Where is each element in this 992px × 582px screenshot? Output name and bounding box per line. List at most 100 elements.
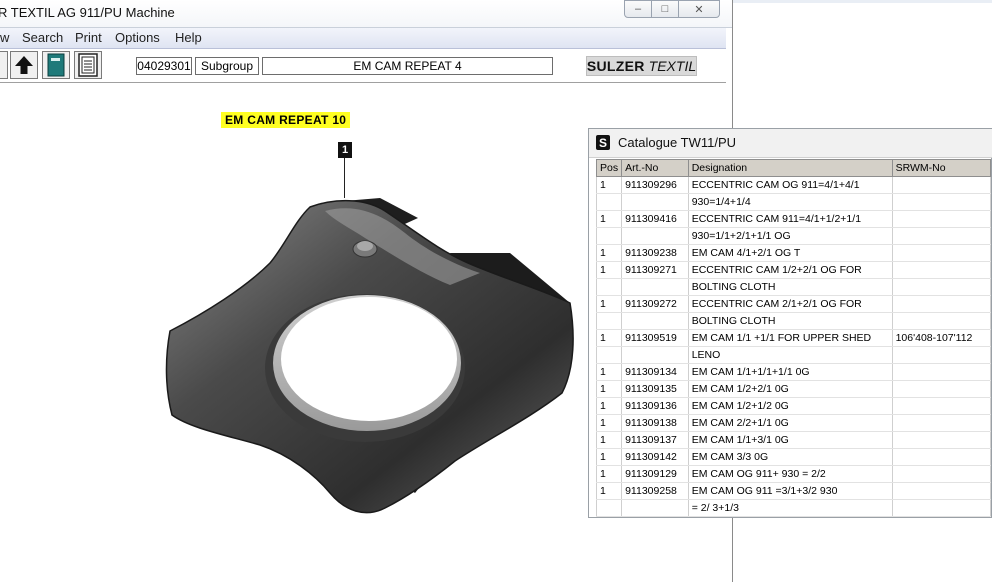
table-row[interactable]: BOLTING CLOTH bbox=[595, 312, 992, 330]
cell-designation: EM CAM 2/2+1/1 0G bbox=[687, 414, 893, 432]
table-row[interactable]: 1 911309138 EM CAM 2/2+1/1 0G bbox=[595, 414, 992, 432]
cell-srwm-no bbox=[891, 414, 992, 432]
cell-designation: ECCENTRIC CAM 2/1+2/1 OG FOR bbox=[687, 295, 893, 313]
table-row[interactable]: 1 911309271 ECCENTRIC CAM 1/2+2/1 OG FOR bbox=[595, 261, 992, 279]
cell-pos: 1 bbox=[595, 414, 623, 432]
table-row[interactable]: 1 911309135 EM CAM 1/2+2/1 0G bbox=[595, 380, 992, 398]
table-row[interactable]: 1 911309416 ECCENTRIC CAM 911=4/1+1/2+1/1 bbox=[595, 210, 992, 228]
catalogue-table-body: 1 911309296 ECCENTRIC CAM OG 911=4/1+4/1 93… bbox=[595, 176, 992, 517]
cell-art-no bbox=[621, 193, 689, 211]
table-row[interactable]: 1 911309296 ECCENTRIC CAM OG 911=4/1+4/1 bbox=[595, 176, 992, 194]
cell-art-no bbox=[621, 278, 689, 296]
cell-designation: EM CAM 1/1+1/1+1/1 0G bbox=[687, 363, 893, 381]
group-field[interactable]: Subgroup bbox=[195, 57, 259, 75]
maximize-button[interactable]: □ bbox=[651, 0, 679, 18]
desktop-strip bbox=[733, 0, 992, 3]
cell-srwm-no: 106'408-107'112 bbox=[891, 329, 992, 347]
catalogue-table: Pos Art.-No Designation SRWM-No 1 9113092… bbox=[595, 159, 992, 517]
list-icon bbox=[78, 53, 98, 77]
cell-pos bbox=[595, 278, 623, 296]
cell-srwm-no bbox=[891, 397, 992, 415]
cell-designation: EM CAM 3/3 0G bbox=[687, 448, 893, 466]
close-button[interactable]: ✕ bbox=[678, 0, 720, 18]
menu-help[interactable]: Help bbox=[175, 30, 202, 45]
cell-designation: EM CAM 1/2+2/1 0G bbox=[687, 380, 893, 398]
toolbar-button-partial[interactable] bbox=[0, 51, 8, 79]
cell-pos bbox=[595, 312, 623, 330]
table-row[interactable]: 1 911309272 ECCENTRIC CAM 2/1+2/1 OG FOR bbox=[595, 295, 992, 313]
cell-pos bbox=[595, 346, 623, 364]
table-row[interactable]: 1 911309519 EM CAM 1/1 +1/1 FOR UPPER SHED… bbox=[595, 329, 992, 347]
menu-search[interactable]: Search bbox=[22, 30, 63, 45]
cell-art-no: 911309272 bbox=[621, 295, 689, 313]
cam-part-image[interactable] bbox=[150, 193, 580, 523]
list-button[interactable] bbox=[74, 51, 102, 79]
menu-view[interactable]: w bbox=[0, 30, 9, 45]
article-number-field[interactable]: 04029301 bbox=[136, 57, 192, 75]
cell-designation: EM CAM 1/1+3/1 0G bbox=[687, 431, 893, 449]
cell-pos bbox=[595, 227, 623, 245]
cell-pos: 1 bbox=[595, 448, 623, 466]
table-row[interactable]: BOLTING CLOTH bbox=[595, 278, 992, 296]
table-row[interactable]: 1 911309137 EM CAM 1/1+3/1 0G bbox=[595, 431, 992, 449]
table-row[interactable]: 1 911309142 EM CAM 3/3 0G bbox=[595, 448, 992, 466]
cell-pos: 1 bbox=[595, 261, 623, 279]
cell-art-no: 911309136 bbox=[621, 397, 689, 415]
cell-designation: BOLTING CLOTH bbox=[687, 312, 893, 330]
column-header-pos[interactable]: Pos bbox=[595, 159, 623, 177]
part-label: EM CAM REPEAT 10 bbox=[221, 112, 351, 128]
window-title: R TEXTIL AG 911/PU Machine bbox=[0, 5, 175, 20]
title-bar[interactable]: R TEXTIL AG 911/PU Machine ‒ □ ✕ bbox=[0, 0, 732, 28]
minimize-button[interactable]: ‒ bbox=[624, 0, 652, 18]
cell-pos: 1 bbox=[595, 363, 623, 381]
column-header-art-no[interactable]: Art.-No bbox=[621, 159, 689, 177]
cell-pos: 1 bbox=[595, 397, 623, 415]
cell-srwm-no bbox=[891, 227, 992, 245]
cell-pos bbox=[595, 193, 623, 211]
cell-srwm-no bbox=[891, 210, 992, 228]
callout-number[interactable]: 1 bbox=[338, 142, 352, 158]
cell-pos: 1 bbox=[595, 431, 623, 449]
column-header-designation[interactable]: Designation bbox=[687, 159, 893, 177]
table-row[interactable]: 930=1/1+2/1+1/1 OG bbox=[595, 227, 992, 245]
cell-pos: 1 bbox=[595, 482, 623, 500]
maximize-icon: □ bbox=[661, 3, 669, 15]
cell-designation: ECCENTRIC CAM OG 911=4/1+4/1 bbox=[687, 176, 893, 194]
cell-srwm-no bbox=[891, 312, 992, 330]
description-field[interactable]: EM CAM REPEAT 4 bbox=[262, 57, 553, 75]
table-row[interactable]: = 2/ 3+1/3 bbox=[595, 499, 992, 517]
cell-designation: 930=1/4+1/4 bbox=[687, 193, 893, 211]
cell-designation: EM CAM 4/1+2/1 OG T bbox=[687, 244, 893, 262]
table-row[interactable]: 930=1/4+1/4 bbox=[595, 193, 992, 211]
cell-art-no: 911309134 bbox=[621, 363, 689, 381]
arrow-up-icon bbox=[15, 56, 33, 74]
table-row[interactable]: 1 911309258 EM CAM OG 911 =3/1+3/2 930 bbox=[595, 482, 992, 500]
table-row[interactable]: 1 911309129 EM CAM OG 911+ 930 = 2/2 bbox=[595, 465, 992, 483]
cell-srwm-no bbox=[891, 295, 992, 313]
catalogue-window: S Catalogue TW11/PU Pos Art.-No Designat… bbox=[588, 128, 992, 518]
table-row[interactable]: 1 911309136 EM CAM 1/2+1/2 0G bbox=[595, 397, 992, 415]
column-header-srwm-no[interactable]: SRWM-No bbox=[891, 159, 992, 177]
up-button[interactable] bbox=[10, 51, 38, 79]
catalogue-title-bar[interactable]: S Catalogue TW11/PU bbox=[589, 129, 992, 158]
cell-pos: 1 bbox=[595, 176, 623, 194]
menu-options[interactable]: Options bbox=[115, 30, 160, 45]
cell-pos: 1 bbox=[595, 295, 623, 313]
table-row[interactable]: 1 911309134 EM CAM 1/1+1/1+1/1 0G bbox=[595, 363, 992, 381]
menu-print[interactable]: Print bbox=[75, 30, 102, 45]
cell-pos: 1 bbox=[595, 210, 623, 228]
cell-art-no bbox=[621, 227, 689, 245]
table-row[interactable]: LENO bbox=[595, 346, 992, 364]
table-row[interactable]: 1 911309238 EM CAM 4/1+2/1 OG T bbox=[595, 244, 992, 262]
menu-bar: w Search Print Options Help bbox=[0, 28, 726, 49]
book-button[interactable] bbox=[42, 51, 70, 79]
cell-designation: LENO bbox=[687, 346, 893, 364]
logo-italic-text: TEXTIL bbox=[648, 58, 697, 74]
cell-srwm-no bbox=[891, 499, 992, 517]
cell-designation: EM CAM 1/1 +1/1 FOR UPPER SHED bbox=[687, 329, 893, 347]
cell-srwm-no bbox=[891, 431, 992, 449]
cell-designation: ECCENTRIC CAM 1/2+2/1 OG FOR bbox=[687, 261, 893, 279]
callout-leader-line bbox=[344, 158, 345, 198]
cell-art-no: 911309296 bbox=[621, 176, 689, 194]
book-icon bbox=[47, 53, 65, 77]
